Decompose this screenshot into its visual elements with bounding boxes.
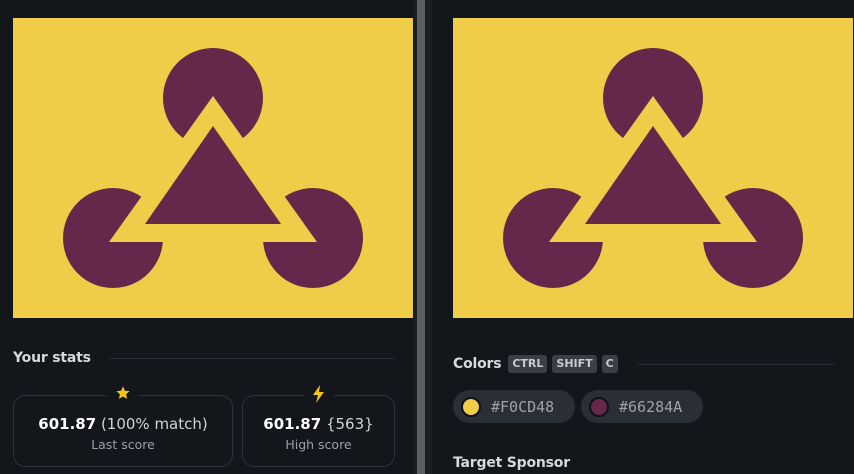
color-swatch-1[interactable]: #F0CD48 [453,390,575,423]
swatch-hex: #66284A [619,397,683,416]
color-swatch-2[interactable]: #66284A [581,390,703,423]
shortcut-key-c: C [601,355,618,373]
colors-title: Colors [453,356,502,372]
colors-header: Colors CTRL SHIFT C [453,355,835,373]
sponsor-header: Target Sponsor [453,455,570,471]
high-score-label: High score [285,437,352,452]
star-icon [107,385,139,406]
resize-handle[interactable] [417,0,425,474]
sponsor-title: Target Sponsor [453,455,570,471]
right-pane: Colors CTRL SHIFT C #F0CD48 #66284A Targ… [432,0,854,474]
divider [637,363,835,365]
last-score-value: 601.87 (100% match) [14,415,232,433]
swatch-dot [461,396,481,417]
stats-title: Your stats [13,350,91,366]
shortcut-key-ctrl: CTRL [508,355,548,373]
pane-divider[interactable] [414,0,432,474]
shortcut-key-shift: SHIFT [552,355,597,373]
target-art [453,18,853,318]
high-score-value: 601.87 {563} [243,415,394,433]
last-score-detail: (100% match) [100,415,208,433]
last-score-number: 601.87 [38,415,97,433]
swatch-dot [589,396,609,417]
target-preview [453,18,853,318]
stats-header: Your stats [13,350,395,366]
output-art [13,18,413,318]
left-pane: Your stats 601.87 (100% match) Last scor… [0,0,414,474]
high-score-card: 601.87 {563} High score [242,385,395,467]
output-preview [13,18,413,318]
divider [108,357,395,359]
swatch-hex: #F0CD48 [491,397,555,416]
high-score-number: 601.87 [263,415,322,433]
lightning-icon [303,385,334,408]
last-score-card: 601.87 (100% match) Last score [13,385,233,467]
high-score-detail: {563} [325,415,374,433]
last-score-label: Last score [91,437,155,452]
